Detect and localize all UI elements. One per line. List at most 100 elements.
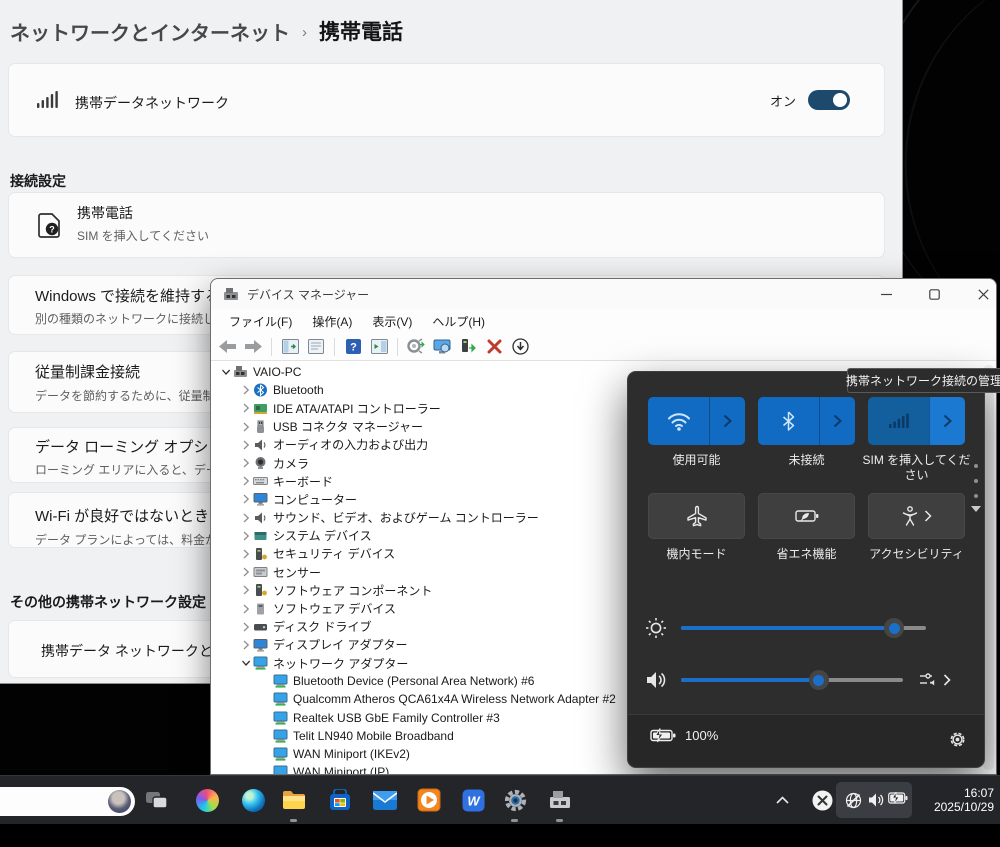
airplane-mode-button[interactable] — [648, 493, 745, 539]
edge-button[interactable] — [240, 787, 266, 813]
expand-chevron-icon[interactable] — [239, 620, 253, 634]
expand-chevron-icon[interactable] — [239, 420, 253, 434]
brightness-slider[interactable] — [681, 626, 926, 630]
microsoft-store-button[interactable] — [327, 787, 353, 813]
cellular-expand-chevron[interactable] — [929, 397, 965, 445]
svg-text:?: ? — [350, 342, 357, 354]
media-player-button[interactable] — [416, 787, 442, 813]
back-icon[interactable] — [217, 337, 237, 357]
net-device-icon — [273, 765, 288, 774]
expand-chevron-icon[interactable] — [239, 602, 253, 616]
expand-chevron-icon[interactable] — [239, 529, 253, 543]
brightness-row — [645, 617, 926, 639]
expand-chevron-icon[interactable] — [239, 583, 253, 597]
menu-file[interactable]: ファイル(F) — [219, 310, 302, 333]
cellular-data-toggle[interactable] — [808, 90, 850, 110]
mail-button[interactable] — [372, 787, 398, 813]
tray-chevron-up-icon[interactable] — [776, 796, 789, 804]
expand-chevron-icon[interactable] — [239, 511, 253, 525]
quick-settings-gear-icon[interactable] — [948, 730, 967, 749]
expand-chevron-icon[interactable] — [239, 383, 253, 397]
brightness-thumb[interactable] — [884, 618, 904, 638]
tree-item-label: セキュリティ デバイス — [273, 545, 395, 562]
breadcrumb-parent[interactable]: ネットワークとインターネット — [10, 17, 290, 46]
help-icon[interactable]: ? — [343, 337, 363, 357]
device-manager-taskbar-button[interactable] — [547, 787, 573, 813]
card-title: 従量制課金接続 — [35, 361, 140, 382]
airplane-mode-tile-group: 機内モード — [648, 493, 745, 562]
tree-item-label: Telit LN940 Mobile Broadband — [293, 729, 454, 743]
taskbar-search-box[interactable] — [0, 787, 135, 816]
copilot-button[interactable] — [194, 787, 220, 813]
tree-spacer — [259, 674, 273, 688]
wifi-expand-chevron[interactable] — [709, 397, 745, 445]
running-indicator-explorer — [290, 819, 297, 822]
sim-card-title: 携帯電話 — [77, 203, 133, 223]
accessibility-button[interactable] — [868, 493, 965, 539]
expand-chevron-icon[interactable] — [239, 401, 253, 415]
tree-item-label: システム デバイス — [273, 527, 372, 544]
wifi-toggle-button[interactable] — [648, 397, 709, 445]
uninstall-device-icon[interactable] — [484, 337, 504, 357]
properties-icon[interactable] — [306, 337, 326, 357]
show-console-tree-icon[interactable] — [280, 337, 300, 357]
expand-chevron-icon[interactable] — [239, 438, 253, 452]
sim-status-card[interactable]: ? 携帯電話 SIM を挿入してください — [8, 192, 885, 258]
expand-chevron-icon[interactable] — [239, 474, 253, 488]
menu-action[interactable]: 操作(A) — [302, 310, 362, 333]
update-driver-icon[interactable] — [458, 337, 478, 357]
collapse-chevron-icon[interactable] — [219, 365, 233, 379]
tree-item-label: Realtek USB GbE Family Controller #3 — [293, 711, 500, 725]
bluetooth-expand-chevron[interactable] — [819, 397, 855, 445]
close-button[interactable] — [961, 279, 1000, 309]
expand-chevron-icon[interactable] — [239, 547, 253, 561]
wps-office-button[interactable]: W — [460, 787, 486, 813]
audio-output-selector[interactable] — [919, 670, 951, 690]
tree-item-label: Qualcomm Atheros QCA61x4A Wireless Netwo… — [293, 692, 616, 706]
tree-item-label: コンピューター — [273, 491, 357, 508]
maximize-button[interactable] — [912, 279, 956, 309]
volume-fill — [681, 678, 819, 682]
remote-desktop-icon[interactable] — [432, 337, 452, 357]
cellular-data-card: 携帯データネットワーク オン — [8, 63, 885, 137]
battery-status[interactable]: 100% — [650, 728, 718, 743]
expand-chevron-icon[interactable] — [239, 492, 253, 506]
net-device-icon — [273, 729, 288, 743]
forward-icon[interactable] — [243, 337, 263, 357]
collapse-chevron-icon[interactable] — [239, 656, 253, 670]
volume-slider[interactable] — [681, 678, 903, 682]
tree-item-label: カメラ — [273, 455, 309, 472]
tree-item-label: ネットワーク アダプター — [273, 655, 408, 672]
expand-chevron-icon[interactable] — [239, 565, 253, 579]
battery-charging-icon — [650, 728, 676, 743]
menu-view[interactable]: 表示(V) — [362, 310, 422, 333]
wifi-tile-label: 使用可能 — [642, 453, 752, 468]
menu-help[interactable]: ヘルプ(H) — [422, 310, 495, 333]
file-explorer-button[interactable] — [281, 787, 307, 813]
accessibility-tile-group: アクセシビリティ — [868, 493, 965, 562]
expand-chevron-icon[interactable] — [239, 456, 253, 470]
device-manager-titlebar[interactable]: デバイス マネージャー — [211, 279, 996, 309]
expand-chevron-icon[interactable] — [239, 638, 253, 652]
battery-saver-tile-group: 省エネ機能 — [758, 493, 855, 562]
scan-hardware-icon[interactable] — [406, 337, 426, 357]
minimize-button[interactable] — [864, 279, 908, 309]
cellular-toggle-button[interactable] — [868, 397, 929, 445]
disable-device-icon[interactable] — [510, 337, 530, 357]
search-highlight-image[interactable] — [108, 790, 131, 813]
tooltip-text: 携帯ネットワーク接続の管理 — [846, 372, 1000, 389]
sim-card-icon: ? — [38, 212, 62, 238]
task-view-button[interactable] — [144, 787, 170, 813]
battery-saver-button[interactable] — [758, 493, 855, 539]
taskbar-clock[interactable]: 16:07 2025/10/29 — [934, 786, 994, 814]
bluetooth-toggle-button[interactable] — [758, 397, 819, 445]
action-pane-icon[interactable] — [369, 337, 389, 357]
tree-spacer — [259, 729, 273, 743]
settings-app-button[interactable] — [502, 787, 528, 813]
svg-text:?: ? — [49, 225, 55, 235]
device-manager-title: デバイス マネージャー — [247, 286, 369, 303]
tree-item-label: WAN Miniport (IKEv2) — [293, 747, 410, 761]
expand-tiles-chevron-icon[interactable] — [971, 506, 981, 513]
volume-thumb[interactable] — [809, 670, 829, 690]
onedrive-paused-icon[interactable] — [812, 790, 833, 811]
